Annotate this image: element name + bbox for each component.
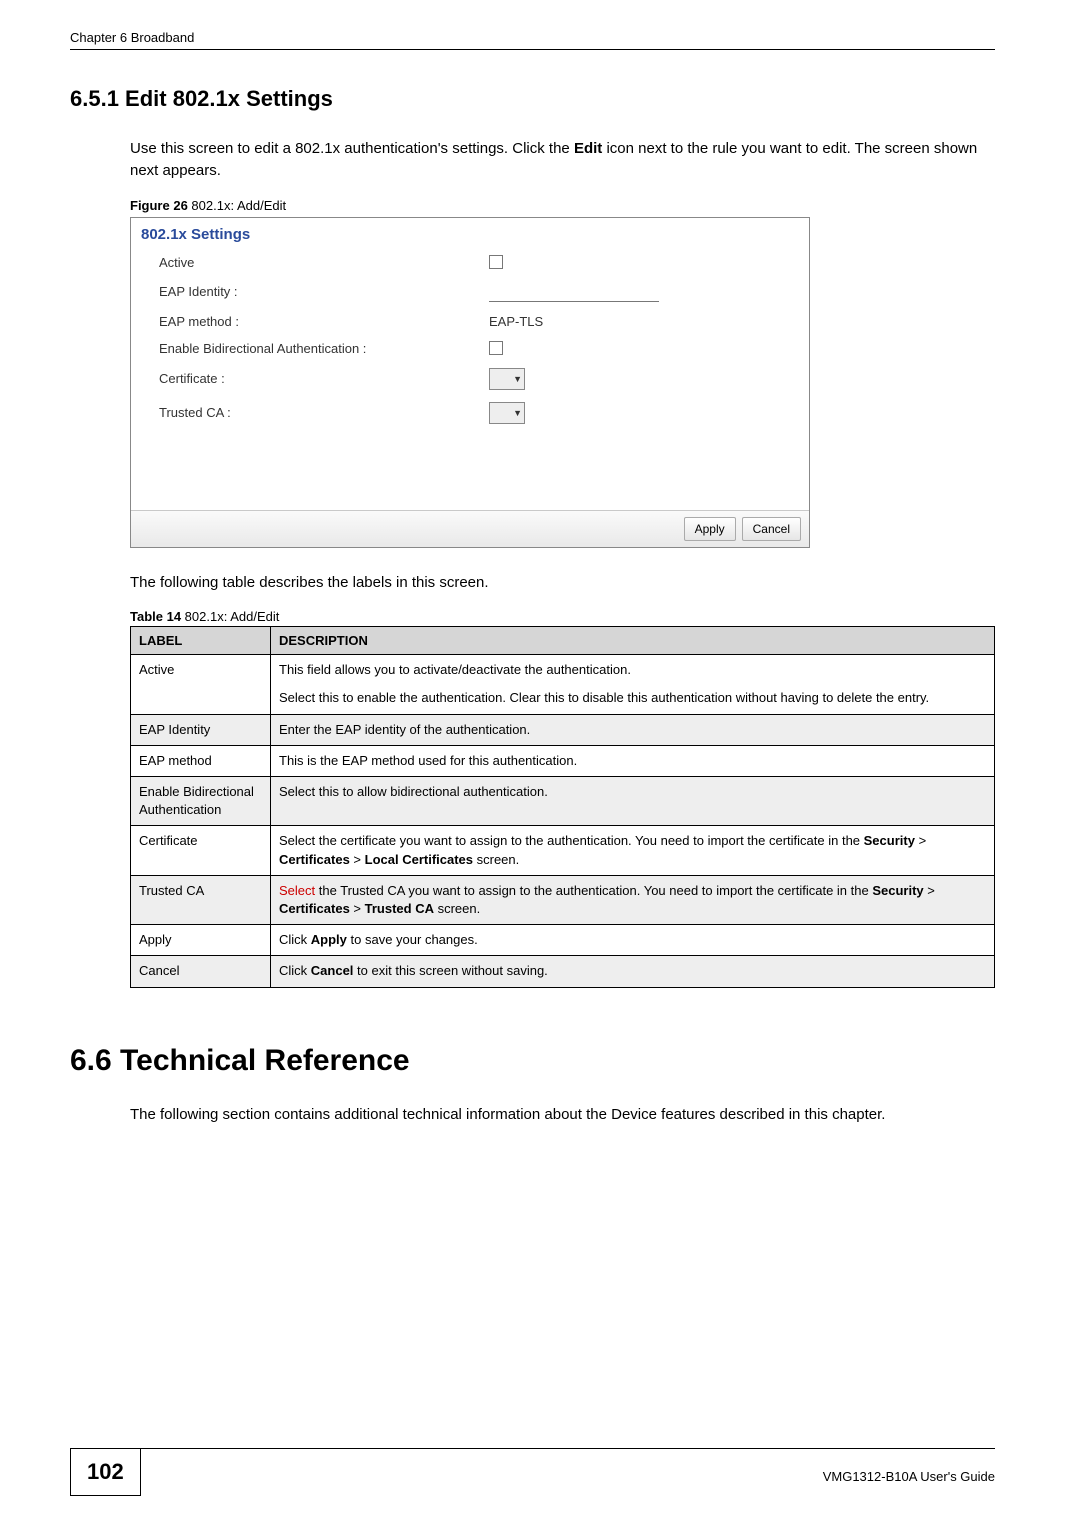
table-row: EAP Identity Enter the EAP identity of t… — [131, 714, 995, 745]
intro-paragraph: Use this screen to edit a 802.1x authent… — [130, 138, 995, 182]
table-row: Apply Click Apply to save your changes. — [131, 925, 995, 956]
cell-description: This field allows you to activate/deacti… — [271, 655, 995, 714]
checkbox-active[interactable] — [489, 255, 503, 269]
label-eap-identity: EAP Identity : — [159, 284, 489, 299]
cell-description: Enter the EAP identity of the authentica… — [271, 714, 995, 745]
section-6-6-body: The following section contains additiona… — [130, 1104, 995, 1126]
table-14-caption: Table 14 802.1x: Add/Edit — [130, 609, 995, 624]
checkbox-enable-bidirectional[interactable] — [489, 341, 503, 355]
input-eap-identity[interactable] — [489, 282, 659, 302]
table-row: Enable Bidirectional Authentication Sele… — [131, 777, 995, 826]
table-intro-text: The following table describes the labels… — [130, 572, 995, 594]
label-active: Active — [159, 255, 489, 270]
col-header-label: LABEL — [131, 627, 271, 655]
select-trusted-ca[interactable]: ▼ — [489, 402, 525, 424]
guide-name: VMG1312-B10A User's Guide — [823, 1461, 995, 1484]
chapter-reference: Chapter 6 Broadband — [70, 30, 194, 45]
col-header-description: DESCRIPTION — [271, 627, 995, 655]
label-enable-bidirectional: Enable Bidirectional Authentication : — [159, 341, 489, 356]
cell-label: EAP Identity — [131, 714, 271, 745]
table-row: Cancel Click Cancel to exit this screen … — [131, 956, 995, 987]
value-eap-method: EAP-TLS — [489, 314, 543, 329]
running-header: Chapter 6 Broadband — [70, 30, 995, 50]
chevron-down-icon: ▼ — [513, 374, 522, 384]
table-row: EAP method This is the EAP method used f… — [131, 745, 995, 776]
cell-label: Apply — [131, 925, 271, 956]
row-eap-method: EAP method : EAP-TLS — [159, 308, 799, 335]
label-certificate: Certificate : — [159, 371, 489, 386]
cell-description: Select this to allow bidirectional authe… — [271, 777, 995, 826]
heading-6-6: 6.6 Technical Reference — [70, 1044, 995, 1078]
page-footer: 102 VMG1312-B10A User's Guide — [70, 1448, 995, 1496]
select-certificate[interactable]: ▼ — [489, 368, 525, 390]
row-trusted-ca: Trusted CA : ▼ — [159, 396, 799, 430]
heading-6-5-1: 6.5.1 Edit 802.1x Settings — [70, 86, 995, 112]
row-eap-identity: EAP Identity : — [159, 276, 799, 308]
cell-description: Click Cancel to exit this screen without… — [271, 956, 995, 987]
table-row: Active This field allows you to activate… — [131, 655, 995, 714]
dialog-title: 802.1x Settings — [131, 218, 809, 249]
cell-label: Certificate — [131, 826, 271, 875]
table-row: Trusted CA Select the Trusted CA you wan… — [131, 875, 995, 924]
page-number: 102 — [70, 1449, 141, 1496]
cell-description: Select the certificate you want to assig… — [271, 826, 995, 875]
row-certificate: Certificate : ▼ — [159, 362, 799, 396]
table-14: LABEL DESCRIPTION Active This field allo… — [130, 626, 995, 987]
table-row: Certificate Select the certificate you w… — [131, 826, 995, 875]
cell-description: This is the EAP method used for this aut… — [271, 745, 995, 776]
figure-26-caption: Figure 26 802.1x: Add/Edit — [130, 198, 995, 213]
cell-description: Click Apply to save your changes. — [271, 925, 995, 956]
cell-label: EAP method — [131, 745, 271, 776]
dialog-footer: Apply Cancel — [131, 510, 809, 547]
dialog-802-1x-settings: 802.1x Settings Active EAP Identity : EA… — [130, 217, 810, 548]
cell-description: Select the Trusted CA you want to assign… — [271, 875, 995, 924]
label-eap-method: EAP method : — [159, 314, 489, 329]
row-active: Active — [159, 249, 799, 276]
row-enable-bidirectional: Enable Bidirectional Authentication : — [159, 335, 799, 362]
label-trusted-ca: Trusted CA : — [159, 405, 489, 420]
chevron-down-icon: ▼ — [513, 408, 522, 418]
apply-button[interactable]: Apply — [684, 517, 736, 541]
cancel-button[interactable]: Cancel — [742, 517, 801, 541]
cell-label: Active — [131, 655, 271, 714]
cell-label: Enable Bidirectional Authentication — [131, 777, 271, 826]
cell-label: Cancel — [131, 956, 271, 987]
cell-label: Trusted CA — [131, 875, 271, 924]
